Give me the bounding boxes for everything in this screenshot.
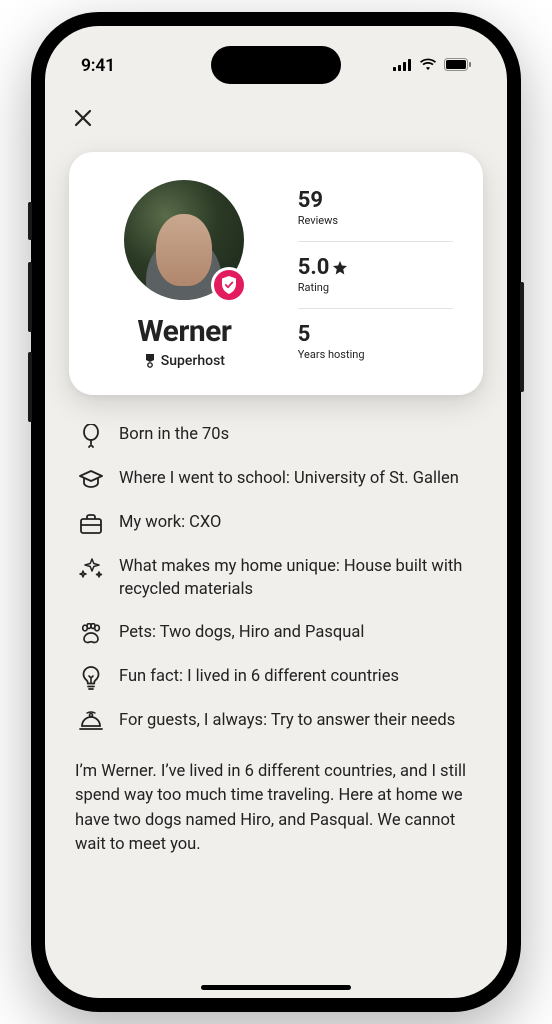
detail-funfact: Fun fact: I lived in 6 different countri… xyxy=(79,665,473,690)
cellular-icon xyxy=(393,56,412,76)
superhost-icon xyxy=(144,354,156,368)
balloon-icon xyxy=(79,424,103,448)
battery-icon xyxy=(444,56,471,76)
stat-value: 59 xyxy=(298,188,453,213)
detail-text: Pets: Two dogs, Hiro and Pasqual xyxy=(119,621,364,644)
wifi-icon xyxy=(419,56,437,76)
avatar-wrap[interactable] xyxy=(124,180,244,300)
gradcap-icon xyxy=(79,468,103,492)
stat-years: 5 Years hosting xyxy=(298,318,453,365)
star-icon xyxy=(333,261,347,275)
host-name: Werner xyxy=(137,314,231,349)
volume-down-button xyxy=(28,352,32,422)
divider xyxy=(298,241,453,242)
dynamic-island xyxy=(211,46,341,84)
sparkles-icon xyxy=(79,556,103,580)
superhost-label: Superhost xyxy=(161,353,225,369)
home-indicator[interactable] xyxy=(201,985,351,990)
detail-work: My work: CXO xyxy=(79,511,473,536)
verified-badge xyxy=(211,267,247,303)
host-profile-card: Werner Superhost 59 Reviews 5.0 xyxy=(69,152,483,395)
phone-frame: 9:41 xyxy=(0,0,552,1024)
detail-text: My work: CXO xyxy=(119,511,221,534)
power-button xyxy=(520,282,524,392)
volume-up-button xyxy=(28,262,32,332)
divider xyxy=(298,308,453,309)
close-icon xyxy=(74,109,92,127)
stat-reviews: 59 Reviews xyxy=(298,184,453,231)
paw-icon xyxy=(79,622,103,646)
rating-number: 5.0 xyxy=(298,255,330,280)
host-bio: I’m Werner. I’ve lived in 6 different co… xyxy=(45,734,507,858)
detail-text: Fun fact: I lived in 6 different countri… xyxy=(119,665,399,688)
detail-text: Born in the 70s xyxy=(119,423,229,446)
screen: 9:41 xyxy=(45,26,507,998)
close-button[interactable] xyxy=(69,104,97,132)
detail-guests: For guests, I always: Try to answer thei… xyxy=(79,709,473,734)
phone-body: 9:41 xyxy=(31,12,521,1012)
detail-school: Where I went to school: University of St… xyxy=(79,467,473,492)
detail-text: What makes my home unique: House built w… xyxy=(119,555,473,602)
cloche-icon xyxy=(79,710,103,734)
status-icons xyxy=(393,56,471,76)
stat-value: 5.0 xyxy=(298,255,453,280)
host-details-list: Born in the 70s Where I went to school: … xyxy=(45,423,507,734)
profile-stats: 59 Reviews 5.0 Rating 5 Years h xyxy=(298,180,453,369)
status-time: 9:41 xyxy=(81,56,115,76)
side-button xyxy=(28,202,32,240)
detail-unique: What makes my home unique: House built w… xyxy=(79,555,473,602)
stat-label: Years hosting xyxy=(298,348,453,361)
stat-label: Reviews xyxy=(298,214,453,227)
shield-check-icon xyxy=(221,276,237,294)
detail-text: Where I went to school: University of St… xyxy=(119,467,459,490)
stat-rating: 5.0 Rating xyxy=(298,251,453,298)
detail-born: Born in the 70s xyxy=(79,423,473,448)
stat-label: Rating xyxy=(298,281,453,294)
bulb-icon xyxy=(79,666,103,690)
detail-pets: Pets: Two dogs, Hiro and Pasqual xyxy=(79,621,473,646)
briefcase-icon xyxy=(79,512,103,536)
profile-identity: Werner Superhost xyxy=(99,180,270,369)
superhost-badge: Superhost xyxy=(144,353,225,369)
detail-text: For guests, I always: Try to answer thei… xyxy=(119,709,455,732)
page-header xyxy=(45,86,507,146)
stat-value: 5 xyxy=(298,322,453,347)
